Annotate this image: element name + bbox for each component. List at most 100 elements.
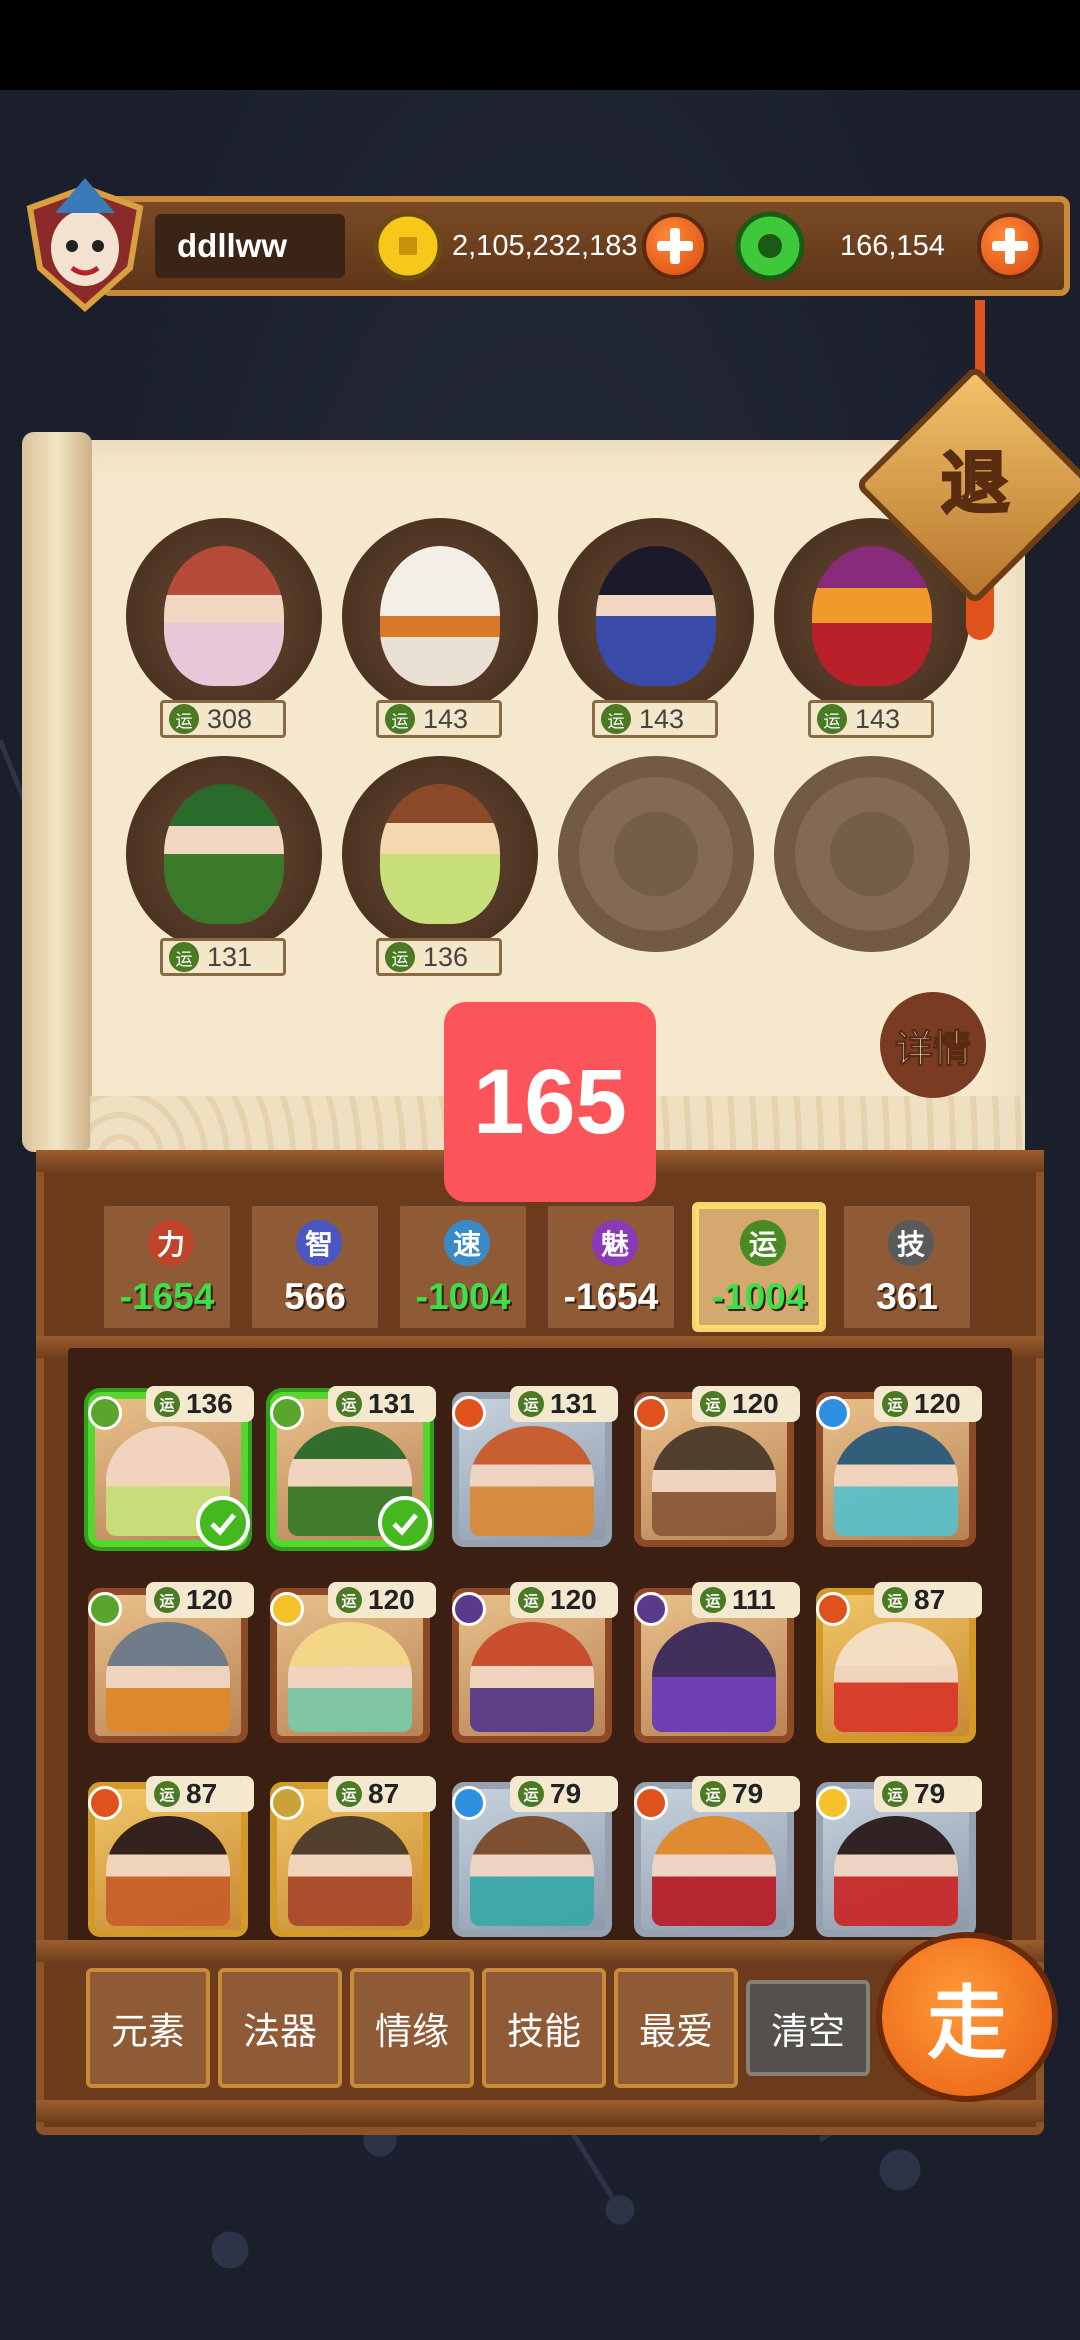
luck-pill: 运 131 <box>510 1386 618 1422</box>
skill-icon: 技 <box>888 1220 934 1266</box>
team-slot-2-luck: 运 143 <box>376 700 502 738</box>
team-slot-7-empty[interactable] <box>558 756 754 952</box>
hero-portrait <box>164 784 284 924</box>
luck-icon: 运 <box>518 1587 544 1613</box>
luck-pill: 运 79 <box>692 1776 800 1812</box>
luck-icon: 运 <box>385 704 415 734</box>
luck-pill: 运 131 <box>328 1386 436 1422</box>
add-gold-button[interactable] <box>642 213 708 279</box>
stat-tab-strength[interactable]: 力 -1654 <box>100 1202 234 1332</box>
luck-pill: 运 120 <box>146 1582 254 1618</box>
team-slot-6[interactable] <box>342 756 538 952</box>
dark-element-icon <box>634 1592 668 1626</box>
hero-card[interactable]: 运 87 <box>816 1582 982 1743</box>
hero-card[interactable]: 运 79 <box>452 1776 618 1937</box>
hero-art <box>470 1426 594 1536</box>
luck-value: 87 <box>186 1778 218 1809</box>
fire-element-icon <box>88 1786 122 1820</box>
dark-element-icon <box>452 1592 486 1626</box>
luck-pill: 运 111 <box>692 1582 800 1618</box>
luck-value: 79 <box>914 1778 946 1809</box>
luck-icon: 运 <box>700 1587 726 1613</box>
luck-value: 120 <box>550 1584 597 1615</box>
hero-card[interactable]: 运 87 <box>270 1776 436 1937</box>
luck-value: 79 <box>550 1778 582 1809</box>
charm-icon: 魅 <box>592 1220 638 1266</box>
luck-value: 136 <box>423 941 469 972</box>
luck-icon: 运 <box>518 1391 544 1417</box>
luck-pill: 运 87 <box>328 1776 436 1812</box>
hero-card[interactable]: 运 120 <box>270 1582 436 1743</box>
luck-pill: 运 136 <box>146 1386 254 1422</box>
luck-value: 120 <box>368 1584 415 1615</box>
strength-icon: 力 <box>148 1220 194 1266</box>
luck-icon: 运 <box>154 1391 180 1417</box>
stat-tab-speed[interactable]: 速 -1004 <box>396 1202 530 1332</box>
luck-value: 131 <box>550 1388 597 1419</box>
team-slot-1[interactable] <box>126 518 322 714</box>
hero-portrait <box>812 546 932 686</box>
team-slot-8-empty[interactable] <box>774 756 970 952</box>
luck-icon: 运 <box>154 1781 180 1807</box>
hero-card[interactable]: 运 131 <box>270 1386 436 1550</box>
luck-pill: 运 120 <box>874 1386 982 1422</box>
team-slot-5[interactable] <box>126 756 322 952</box>
hero-card[interactable]: 运 111 <box>634 1582 800 1743</box>
filter-element-button[interactable]: 元素 <box>86 1968 210 2088</box>
stat-tab-charm[interactable]: 魅 -1654 <box>544 1202 678 1332</box>
stat-value: 566 <box>284 1276 346 1317</box>
add-jade-button[interactable] <box>977 213 1043 279</box>
luck-icon: 运 <box>601 704 631 734</box>
luck-value: 143 <box>423 703 469 734</box>
hero-card[interactable]: 运 120 <box>452 1582 618 1743</box>
stat-tab-luck[interactable]: 运 -1004 <box>692 1202 826 1332</box>
light-element-icon <box>270 1592 304 1626</box>
team-luck-total: 165 <box>444 1002 656 1202</box>
water-element-icon <box>816 1396 850 1430</box>
clear-button[interactable]: 清空 <box>746 1980 870 2076</box>
stat-value: -1004 <box>711 1276 807 1317</box>
speed-icon: 速 <box>444 1220 490 1266</box>
filter-bond-button[interactable]: 情缘 <box>350 1968 474 2088</box>
team-slot-3[interactable] <box>558 518 754 714</box>
details-button[interactable]: 详情 <box>880 992 986 1098</box>
fire-element-icon <box>816 1592 850 1626</box>
team-slot-3-luck: 运 143 <box>592 700 718 738</box>
filter-favorite-button[interactable]: 最爱 <box>614 1968 738 2088</box>
luck-icon: 运 <box>154 1587 180 1613</box>
player-avatar-jester-icon[interactable] <box>10 168 160 318</box>
hero-art <box>106 1622 230 1732</box>
wood-element-icon <box>270 1396 304 1430</box>
luck-icon: 运 <box>817 704 847 734</box>
luck-value: 131 <box>368 1388 415 1419</box>
hero-card[interactable]: 运 120 <box>88 1582 254 1743</box>
hero-card[interactable]: 运 131 <box>452 1386 618 1547</box>
hero-card[interactable]: 运 87 <box>88 1776 254 1937</box>
hero-card[interactable]: 运 79 <box>634 1776 800 1937</box>
hero-card[interactable]: 运 120 <box>816 1386 982 1547</box>
luck-value: 308 <box>207 703 253 734</box>
stat-tab-intelligence[interactable]: 智 566 <box>248 1202 382 1332</box>
hero-card[interactable]: 运 136 <box>88 1386 254 1550</box>
jade-amount: 166,154 <box>840 229 945 262</box>
exit-label[interactable]: 退 <box>900 440 1050 530</box>
luck-icon: 运 <box>882 1391 908 1417</box>
hero-art <box>834 1622 958 1732</box>
luck-icon: 运 <box>336 1587 362 1613</box>
luck-icon: 运 <box>882 1781 908 1807</box>
selected-check-icon <box>378 1496 432 1550</box>
team-slot-2[interactable] <box>342 518 538 714</box>
luck-value: 120 <box>914 1388 961 1419</box>
filter-skill-button[interactable]: 技能 <box>482 1968 606 2088</box>
stat-value: -1004 <box>415 1276 511 1317</box>
filter-artifact-button[interactable]: 法器 <box>218 1968 342 2088</box>
go-button[interactable]: 走 <box>876 1932 1058 2102</box>
luck-icon: 运 <box>882 1587 908 1613</box>
luck-pill: 运 87 <box>874 1582 982 1618</box>
stat-tab-skill[interactable]: 技 361 <box>840 1202 974 1332</box>
hero-art <box>106 1816 230 1926</box>
hero-card[interactable]: 运 79 <box>816 1776 982 1937</box>
cabinet-bottom-shelf <box>36 1940 1044 1962</box>
hero-art <box>834 1426 958 1536</box>
hero-card[interactable]: 运 120 <box>634 1386 800 1547</box>
